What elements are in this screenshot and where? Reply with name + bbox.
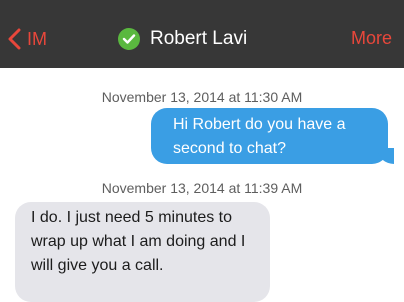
outgoing-message-bubble[interactable]: Hi Robert do you have a second to chat?	[151, 108, 394, 164]
message-timestamp: November 13, 2014 at 11:39 AM	[101, 180, 303, 196]
contact-name: Robert Lavi	[150, 28, 248, 49]
back-button-label: IM	[27, 28, 47, 49]
back-button[interactable]: IM	[8, 28, 47, 50]
more-button[interactable]: More	[351, 28, 392, 49]
incoming-message-bubble[interactable]: I do. I just need 5 minutes to wrap up w…	[15, 202, 270, 302]
verified-check-icon	[118, 28, 140, 50]
chevron-left-icon	[8, 28, 21, 50]
message-timestamp: November 13, 2014 at 11:30 AM	[101, 89, 303, 105]
conversation-header: Robert Lavi	[118, 28, 247, 50]
navigation-bar: IM Robert Lavi More	[0, 0, 404, 68]
